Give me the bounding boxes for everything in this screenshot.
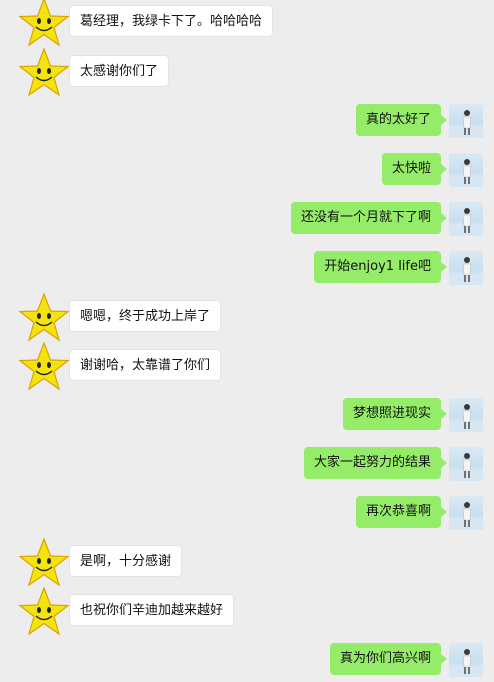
message-bubble[interactable]: 真为你们高兴啊 xyxy=(329,643,448,675)
person-photo-avatar[interactable] xyxy=(449,643,483,677)
chat-message-left: 葛经理，我绿卡下了。哈哈哈哈 xyxy=(0,0,494,47)
person-icon xyxy=(449,502,483,530)
person-photo-avatar[interactable] xyxy=(449,104,483,138)
person-photo-avatar[interactable] xyxy=(449,398,483,432)
person-icon xyxy=(449,208,483,236)
chat-message-left: 谢谢哈，太靠谱了你们 xyxy=(0,341,494,391)
person-photo-avatar[interactable] xyxy=(449,202,483,236)
message-bubble[interactable]: 是啊，十分感谢 xyxy=(69,545,183,577)
star-smiley-icon[interactable] xyxy=(18,292,70,344)
chat-message-left: 太感谢你们了 xyxy=(0,47,494,97)
message-bubble[interactable]: 再次恭喜啊 xyxy=(355,496,448,528)
message-bubble[interactable]: 嗯嗯，终于成功上岸了 xyxy=(69,300,222,332)
chat-message-right: 真为你们高兴啊 xyxy=(0,641,494,681)
chat-window: 葛经理，我绿卡下了。哈哈哈哈 太感谢你们了 真的太好了 太快啦 还没有一个月就下… xyxy=(0,0,494,682)
person-icon xyxy=(449,649,483,677)
message-bubble[interactable]: 也祝你们辛迪加越来越好 xyxy=(69,594,235,626)
star-smiley-icon[interactable] xyxy=(18,0,70,49)
person-icon xyxy=(449,110,483,138)
chat-message-right: 梦想照进现实 xyxy=(0,396,494,436)
person-photo-avatar[interactable] xyxy=(449,496,483,530)
chat-message-right: 太快啦 xyxy=(0,151,494,191)
message-bubble[interactable]: 大家一起努力的结果 xyxy=(303,447,448,479)
message-bubble[interactable]: 葛经理，我绿卡下了。哈哈哈哈 xyxy=(69,5,274,37)
person-photo-avatar[interactable] xyxy=(449,447,483,481)
message-bubble[interactable]: 太感谢你们了 xyxy=(69,55,170,87)
chat-message-right: 开始enjoy1 life吧 xyxy=(0,249,494,289)
star-smiley-icon[interactable] xyxy=(18,47,70,99)
person-icon xyxy=(449,404,483,432)
person-icon xyxy=(449,453,483,481)
message-bubble[interactable]: 还没有一个月就下了啊 xyxy=(290,202,448,234)
chat-message-right: 真的太好了 xyxy=(0,102,494,142)
chat-message-left: 是啊，十分感谢 xyxy=(0,537,494,587)
chat-message-right: 还没有一个月就下了啊 xyxy=(0,200,494,240)
message-bubble[interactable]: 梦想照进现实 xyxy=(342,398,448,430)
chat-message-left: 嗯嗯，终于成功上岸了 xyxy=(0,292,494,342)
person-icon xyxy=(449,159,483,187)
message-bubble[interactable]: 真的太好了 xyxy=(355,104,448,136)
message-bubble[interactable]: 太快啦 xyxy=(381,153,448,185)
person-photo-avatar[interactable] xyxy=(449,251,483,285)
message-bubble[interactable]: 开始enjoy1 life吧 xyxy=(314,251,447,283)
chat-message-right: 再次恭喜啊 xyxy=(0,494,494,534)
chat-message-right: 大家一起努力的结果 xyxy=(0,445,494,485)
star-smiley-icon[interactable] xyxy=(18,341,70,393)
star-smiley-icon[interactable] xyxy=(18,537,70,589)
person-icon xyxy=(449,257,483,285)
chat-message-left: 也祝你们辛迪加越来越好 xyxy=(0,586,494,636)
message-bubble[interactable]: 谢谢哈，太靠谱了你们 xyxy=(69,349,222,381)
person-photo-avatar[interactable] xyxy=(449,153,483,187)
star-smiley-icon[interactable] xyxy=(18,586,70,638)
